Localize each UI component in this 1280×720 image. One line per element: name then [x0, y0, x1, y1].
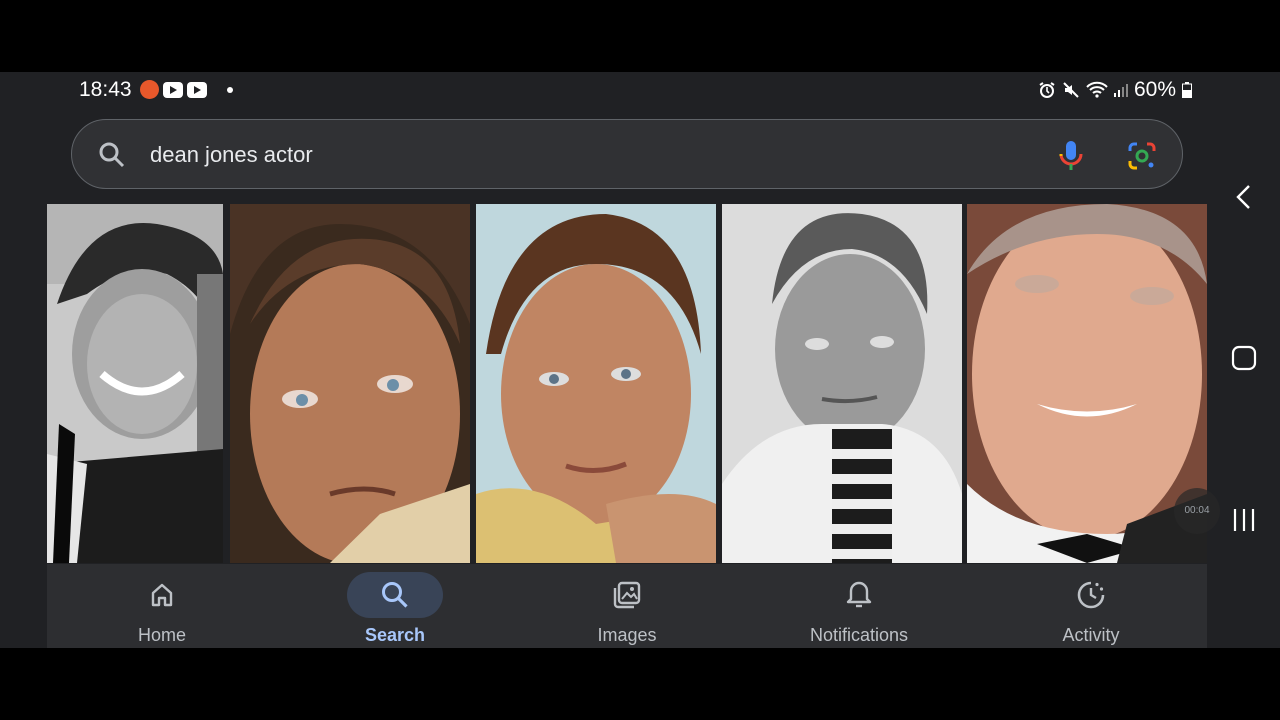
- tab-search[interactable]: Search: [295, 564, 495, 648]
- tab-activity[interactable]: Activity: [991, 564, 1191, 648]
- phone-screen: 18:43 60% dean jones actor 00:04 Home Se…: [0, 72, 1280, 648]
- video-timestamp: 00:04: [1174, 488, 1220, 534]
- bell-icon: [846, 581, 872, 608]
- images-icon: [613, 581, 641, 609]
- tab-images-label: Images: [597, 625, 657, 645]
- back-icon[interactable]: [1234, 184, 1254, 210]
- tab-notifications[interactable]: Notifications: [759, 564, 959, 648]
- activity-icon: [1077, 581, 1105, 609]
- mute-icon: [1063, 82, 1079, 98]
- battery-icon: [1182, 82, 1192, 98]
- system-navigation: [1224, 72, 1264, 648]
- image-result[interactable]: [722, 204, 962, 563]
- status-time: 18:43: [79, 78, 132, 101]
- notification-icons: [140, 80, 233, 99]
- recents-icon[interactable]: [1231, 507, 1257, 533]
- system-icons: 60%: [1038, 78, 1192, 102]
- signal-icon: [1113, 84, 1128, 97]
- tab-home[interactable]: Home: [62, 564, 262, 648]
- images-icon-wrap: [579, 572, 675, 618]
- image-result[interactable]: [230, 204, 470, 563]
- search-tab-icon-wrap: [347, 572, 443, 618]
- image-result[interactable]: [476, 204, 716, 563]
- alarm-icon: [1039, 82, 1055, 98]
- activity-icon-wrap: [1043, 572, 1139, 618]
- microphone-icon[interactable]: [1058, 140, 1084, 172]
- youtube-icon: [163, 81, 183, 98]
- home-icon: [151, 583, 173, 607]
- search-icon: [99, 142, 125, 168]
- actor-photo: [476, 204, 716, 563]
- battery-percent: 60%: [1133, 78, 1176, 101]
- wifi-icon: [1086, 81, 1108, 98]
- image-result[interactable]: [967, 204, 1207, 563]
- image-result[interactable]: [47, 204, 223, 563]
- actor-photo: [47, 204, 223, 563]
- home-square-icon[interactable]: [1231, 345, 1257, 371]
- tab-home-label: Home: [137, 625, 186, 645]
- actor-photo: [722, 204, 962, 563]
- recorder-app-icon: [140, 80, 159, 99]
- search-bar[interactable]: dean jones actor: [71, 119, 1183, 189]
- bottom-navigation: Home Search Images Notifications Activit…: [47, 564, 1207, 648]
- search-query[interactable]: dean jones actor: [150, 142, 313, 168]
- search-icon: [382, 582, 408, 608]
- tab-search-label: Search: [364, 625, 426, 645]
- tab-notifications-label: Notifications: [809, 625, 909, 645]
- actor-photo: [967, 204, 1207, 563]
- tab-images[interactable]: Images: [527, 564, 727, 648]
- actor-photo: [230, 204, 470, 563]
- image-results-strip: [47, 204, 1207, 563]
- status-bar: 18:43 60%: [0, 72, 1280, 108]
- youtube-icon-2: [187, 81, 207, 98]
- google-lens-icon[interactable]: [1127, 141, 1157, 171]
- more-notifications-dot: [227, 86, 233, 93]
- bell-icon-wrap: [811, 572, 907, 618]
- tab-activity-label: Activity: [1062, 625, 1120, 645]
- home-icon-wrap: [114, 572, 210, 618]
